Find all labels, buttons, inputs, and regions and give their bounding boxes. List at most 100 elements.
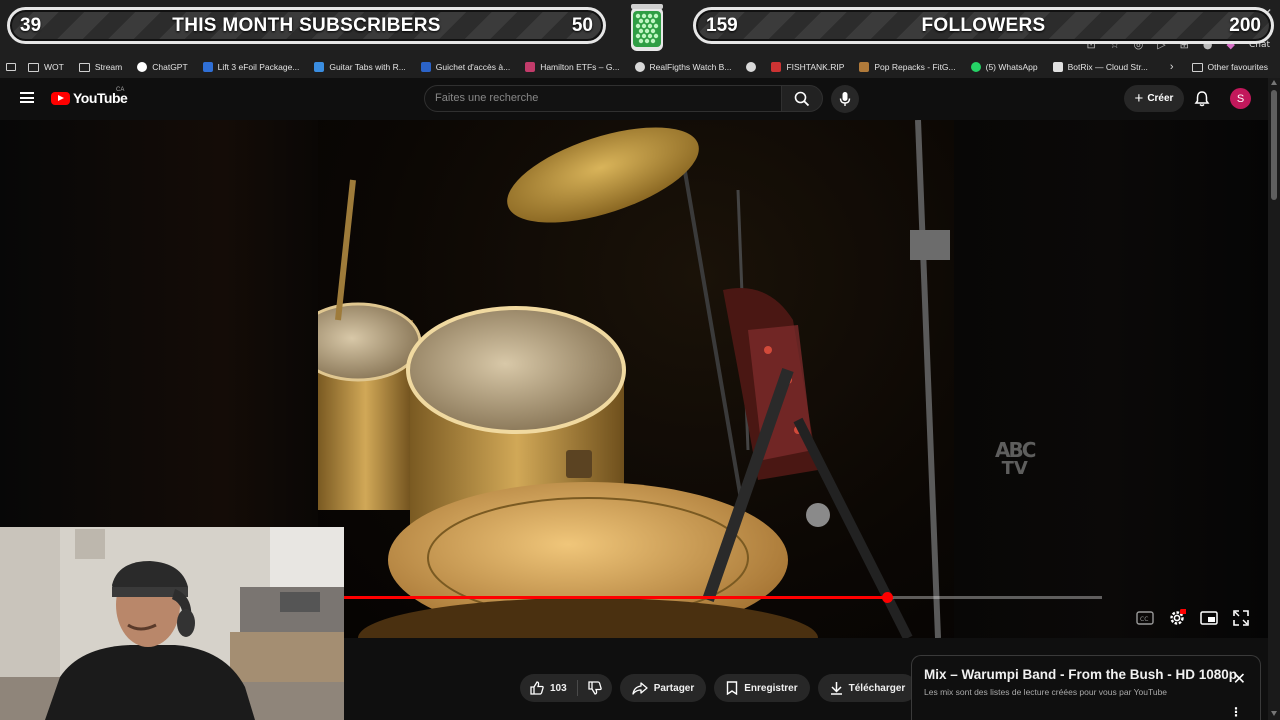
bookmark-label: Pop Repacks - FitG...	[874, 62, 956, 72]
webcam-feed	[0, 527, 344, 720]
create-button[interactable]: + Créer	[1124, 85, 1184, 112]
bookmark-label: WOT	[44, 62, 64, 72]
bookmark-label: Lift 3 eFoil Package...	[217, 62, 300, 72]
save-label: Enregistrer	[744, 682, 798, 694]
subscribers-current: 39	[20, 14, 42, 36]
gear-icon	[1170, 609, 1186, 625]
microphone-icon	[839, 92, 851, 106]
bookmark-icon	[727, 681, 738, 695]
avatar[interactable]: S	[1230, 88, 1251, 109]
video-letterbox-right	[954, 120, 1268, 638]
folder-icon	[78, 62, 90, 72]
like-count: 103	[550, 682, 567, 694]
screen: ─ ☐ ✕ ⊡ ☆ ◎ ▷ ⊞ ● ◆ Chat 39 THIS MONTH S…	[0, 0, 1280, 720]
bookmark-label: BotRix — Cloud Str...	[1067, 62, 1148, 72]
fullscreen-button[interactable]	[1231, 609, 1251, 627]
menu-icon[interactable]	[20, 92, 34, 103]
bookmark-item[interactable]: Stream	[78, 62, 122, 72]
abc-tv-watermark: ABC TV	[995, 438, 1036, 478]
bookmark-item[interactable]: Pop Repacks - FitG...	[859, 62, 956, 72]
subscribers-goal-label: THIS MONTH SUBSCRIBERS	[172, 14, 441, 36]
progress-scrubber[interactable]	[881, 592, 893, 603]
site-icon	[859, 62, 870, 72]
whatsapp-icon	[970, 62, 981, 72]
page-scrollbar[interactable]	[1268, 78, 1280, 720]
subscribers-goal: 50	[571, 14, 593, 36]
bookmark-label: ChatGPT	[152, 62, 188, 72]
chevron-right-icon[interactable]: ›	[1170, 61, 1174, 73]
voice-search-button[interactable]	[831, 85, 859, 113]
like-button[interactable]: 103	[520, 674, 577, 702]
like-dislike-group: 103	[520, 674, 612, 702]
dislike-button[interactable]	[578, 674, 612, 702]
mix-title[interactable]: Mix – Warumpi Band - From the Bush - HD …	[924, 667, 1248, 682]
closed-captions-icon: CC	[1136, 611, 1154, 625]
bookmark-item[interactable]: Hamilton ETFs – G...	[525, 62, 620, 72]
bookmark-label: Guitar Tabs with R...	[329, 62, 406, 72]
bookmark-label: FISHTANK.RIP	[786, 62, 845, 72]
bookmark-item[interactable]: BotRix — Cloud Str...	[1052, 62, 1148, 72]
download-icon	[830, 682, 842, 695]
search-icon	[794, 91, 810, 106]
search-button[interactable]	[781, 85, 823, 112]
bookmark-item[interactable]: ChatGPT	[137, 62, 188, 72]
share-label: Partager	[653, 682, 695, 694]
share-button[interactable]: Partager	[619, 674, 707, 702]
subtitles-button[interactable]: CC	[1135, 609, 1155, 627]
progress-played	[344, 596, 887, 599]
bookmark-label: RealFigths Watch B...	[649, 62, 732, 72]
folder-icon	[28, 62, 39, 72]
site-icon	[525, 62, 536, 72]
wordpress-icon	[634, 62, 645, 72]
chatgpt-icon	[137, 62, 148, 72]
site-icon	[314, 62, 325, 72]
watermark-top: ABC	[995, 438, 1036, 462]
followers-goal-bar: 159 FOLLOWERS 200	[693, 7, 1274, 44]
video-frame[interactable]	[318, 120, 954, 638]
bookmark-item[interactable]: Guitar Tabs with R...	[314, 62, 406, 72]
scroll-down-icon[interactable]	[1271, 711, 1277, 716]
progress-bar[interactable]	[344, 592, 1102, 603]
save-button[interactable]: Enregistrer	[714, 674, 810, 702]
scroll-up-icon[interactable]	[1271, 80, 1277, 85]
bookmark-item[interactable]: Guichet d'accès à...	[420, 62, 511, 72]
plus-icon: +	[1134, 90, 1144, 107]
close-icon[interactable]: ✕	[1233, 672, 1246, 688]
fullscreen-icon	[1233, 610, 1249, 626]
share-icon	[632, 681, 648, 695]
bookmarks-bar: WOT Stream ChatGPT Lift 3 eFoil Package... G…	[0, 56, 1280, 78]
followers-current: 159	[706, 14, 738, 36]
svg-text:CC: CC	[1140, 616, 1148, 623]
bookmark-item[interactable]: Lift 3 eFoil Package...	[202, 62, 300, 72]
bookmarks-right: › Other favourites	[1170, 56, 1268, 78]
more-vertical-icon[interactable]: ⋮	[1230, 706, 1242, 718]
miniplayer-button[interactable]	[1199, 609, 1219, 627]
youtube-play-icon	[51, 91, 70, 105]
bookmark-item[interactable]: FISHTANK.RIP	[771, 62, 844, 72]
site-icon	[771, 62, 782, 72]
site-icon	[202, 62, 213, 72]
tab-search-icon[interactable]	[6, 63, 16, 71]
folder-icon	[1191, 62, 1203, 72]
notifications-bell-icon[interactable]	[1193, 90, 1211, 108]
search-input[interactable]: Faites une recherche	[424, 85, 782, 112]
mix-playlist-panel[interactable]: Mix – Warumpi Band - From the Bush - HD …	[911, 655, 1261, 720]
scrollbar-thumb[interactable]	[1271, 90, 1277, 200]
mix-subtitle: Les mix sont des listes de lecture créée…	[924, 687, 1168, 697]
other-favourites[interactable]: Other favourites	[1191, 62, 1268, 72]
bookmark-item[interactable]	[746, 62, 757, 72]
thumbs-down-icon	[588, 681, 602, 695]
thumbs-up-icon	[530, 681, 544, 695]
webcam-person-image	[0, 527, 344, 720]
download-button[interactable]: Télécharger	[817, 674, 918, 702]
bookmark-label: Guichet d'accès à...	[435, 62, 511, 72]
followers-goal: 200	[1229, 14, 1261, 36]
settings-button[interactable]	[1167, 609, 1187, 627]
bookmark-item[interactable]: WOT	[28, 62, 64, 72]
miniplayer-icon	[1200, 611, 1218, 625]
create-label: Créer	[1147, 93, 1174, 104]
drum-kit-scene-image	[318, 120, 950, 638]
bookmark-item[interactable]: RealFigths Watch B...	[634, 62, 732, 72]
bookmark-label: (5) WhatsApp	[985, 62, 1038, 72]
bookmark-item[interactable]: (5) WhatsApp	[970, 62, 1038, 72]
